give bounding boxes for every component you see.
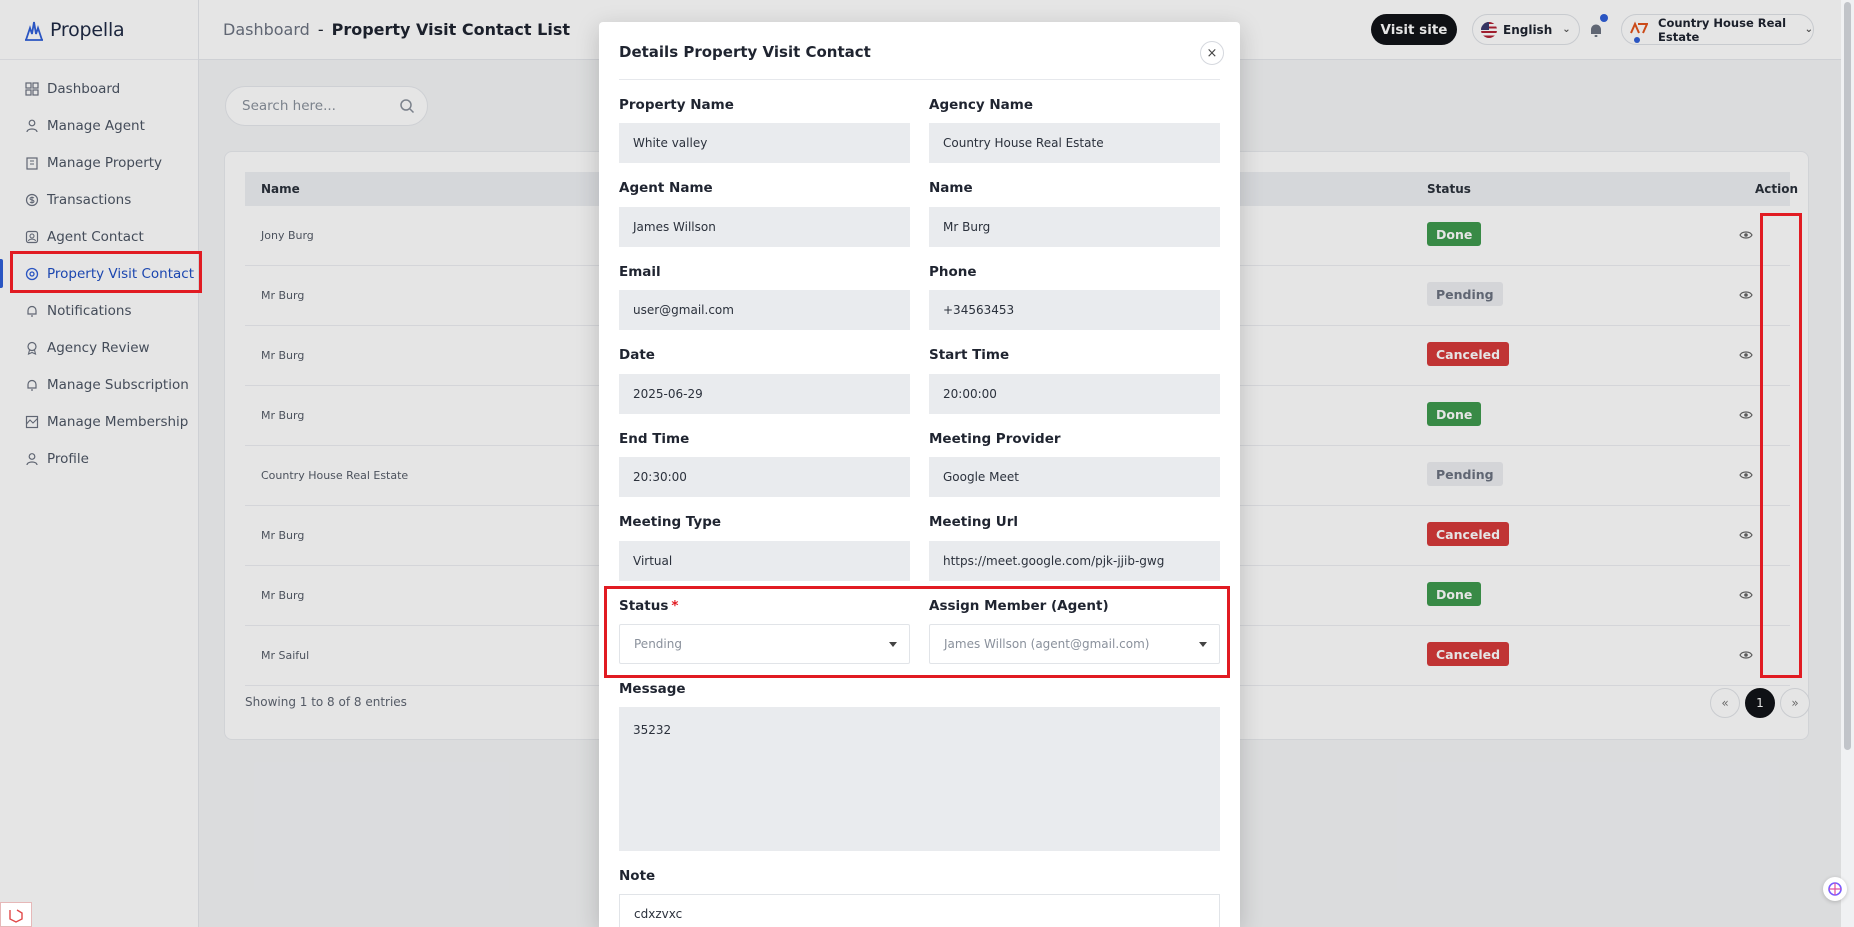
caret-down-icon xyxy=(1199,642,1207,647)
assistant-button[interactable] xyxy=(1823,877,1847,901)
property-name-label: Property Name xyxy=(619,97,734,113)
close-button[interactable]: × xyxy=(1200,41,1224,65)
note-field[interactable]: cdxzvxc xyxy=(619,894,1220,927)
name-label: Name xyxy=(929,180,973,196)
details-modal: Details Property Visit Contact × Propert… xyxy=(599,22,1240,927)
agent-name-label: Agent Name xyxy=(619,180,713,196)
meeting-provider-label: Meeting Provider xyxy=(929,431,1061,447)
assign-member-label: Assign Member (Agent) xyxy=(929,598,1109,614)
name-field: Mr Burg xyxy=(929,207,1220,247)
meeting-type-label: Meeting Type xyxy=(619,514,722,530)
agency-name-field: Country House Real Estate xyxy=(929,123,1220,163)
start-time-label: Start Time xyxy=(929,347,1010,363)
close-icon: × xyxy=(1206,45,1218,61)
status-label: Status * xyxy=(619,598,678,614)
required-marker: * xyxy=(671,598,679,614)
assign-member-value: James Willson (agent@gmail.com) xyxy=(944,637,1150,651)
agency-name-label: Agency Name xyxy=(929,97,1034,113)
email-label: Email xyxy=(619,264,661,280)
note-label: Note xyxy=(619,868,656,884)
assign-member-select[interactable]: James Willson (agent@gmail.com) xyxy=(929,624,1220,664)
modal-title: Details Property Visit Contact xyxy=(619,43,871,61)
meeting-url-label: Meeting Url xyxy=(929,514,1019,530)
end-time-label: End Time xyxy=(619,431,690,447)
meeting-type-field: Virtual xyxy=(619,541,910,581)
modal-divider xyxy=(619,79,1220,80)
scrollbar-thumb[interactable] xyxy=(1844,2,1851,750)
message-label: Message xyxy=(619,681,686,697)
phone-field: +34563453 xyxy=(929,290,1220,330)
status-select[interactable]: Pending xyxy=(619,624,910,664)
meeting-url-field[interactable]: https://meet.google.com/pjk-jjib-gwg xyxy=(929,541,1220,581)
meeting-provider-field: Google Meet xyxy=(929,457,1220,497)
end-time-field: 20:30:00 xyxy=(619,457,910,497)
agent-name-field: James Willson xyxy=(619,207,910,247)
caret-down-icon xyxy=(889,642,897,647)
date-label: Date xyxy=(619,347,655,363)
status-label-text: Status xyxy=(619,598,669,614)
page-scrollbar[interactable] xyxy=(1841,0,1854,927)
start-time-field: 20:00:00 xyxy=(929,374,1220,414)
phone-label: Phone xyxy=(929,264,977,280)
laravel-debug-icon[interactable] xyxy=(0,902,32,927)
message-field: 35232 xyxy=(619,707,1220,851)
brain-icon xyxy=(1828,882,1842,896)
date-field: 2025-06-29 xyxy=(619,374,910,414)
email-field: user@gmail.com xyxy=(619,290,910,330)
property-name-field: White valley xyxy=(619,123,910,163)
status-select-value: Pending xyxy=(634,637,682,651)
